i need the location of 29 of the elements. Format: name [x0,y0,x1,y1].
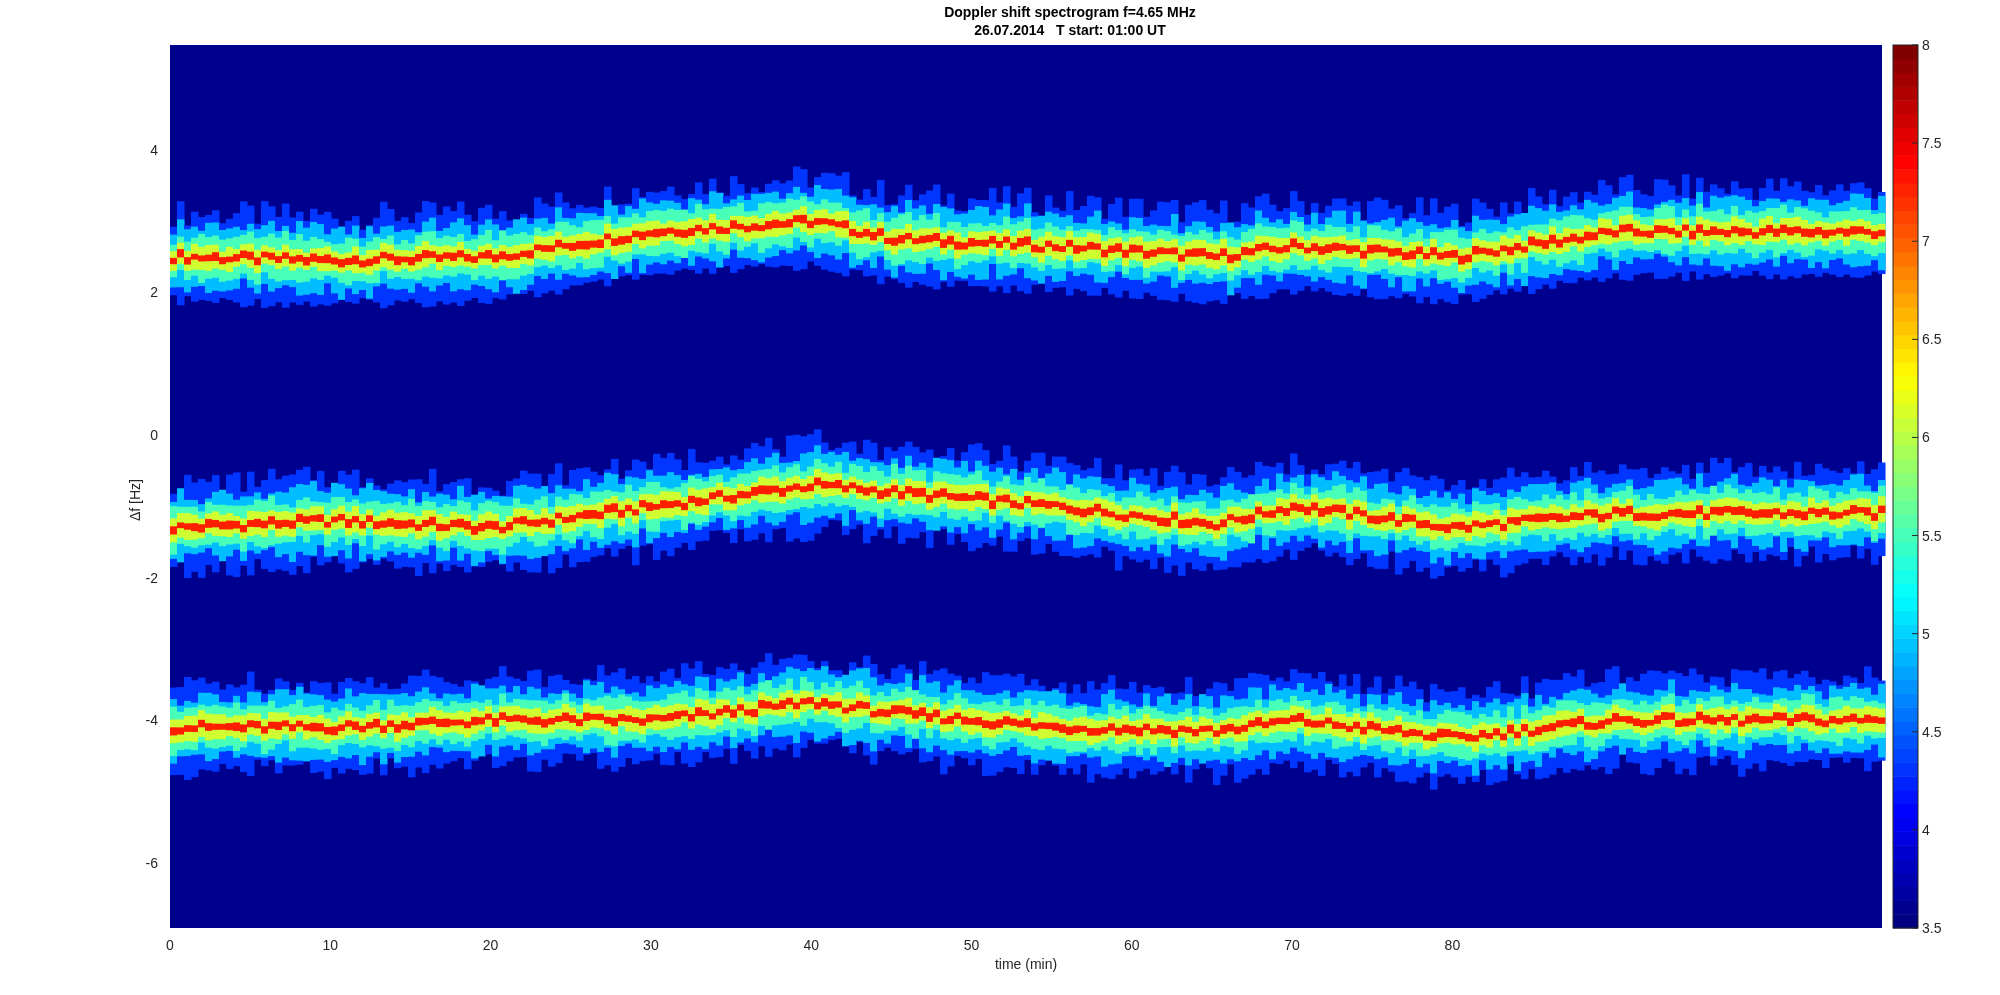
y-tick-label: -6 [145,854,158,871]
colorbar-tick-label: 7 [1922,233,1930,250]
x-tick-label: 0 [166,937,174,953]
x-tick-label: 70 [1284,937,1300,953]
x-tick-label: 10 [322,937,339,953]
y-tick-label: 4 [150,141,158,158]
y-tick-label: -4 [145,712,158,729]
colorbar-tick-label: 6 [1922,429,1930,446]
colorbar-tick-label: 3.5 [1922,920,1942,936]
colorbar-tick-label: 4 [1922,821,1930,838]
colorbar-tick-label: 6.5 [1922,331,1942,348]
x-tick-label: 40 [803,937,819,953]
colorbar-tick-label: 7.5 [1922,135,1942,152]
colorbar-tick-label: 5 [1922,625,1930,642]
colorbar-tick-label: 5.5 [1922,527,1942,544]
x-tick-label: 20 [482,937,499,953]
chart-subtitle: 26.07.2014 T start: 01:00 UT [974,21,1166,39]
x-tick-label: 60 [1124,937,1140,953]
y-axis-label: Δf [Hz] [127,479,143,521]
chart-title: Doppler shift spectrogram f=4.65 MHz [944,3,1196,21]
y-tick-label: 2 [150,284,158,301]
x-tick-label: 30 [643,937,659,953]
x-tick-label: 80 [1444,937,1461,953]
y-tick-label: -2 [145,569,158,586]
colorbar-tick-label: 4.5 [1922,723,1942,740]
x-axis-label: time (min) [994,956,1058,972]
colorbar-tick-label: 8 [1922,37,1930,53]
y-tick-label: 0 [150,427,158,443]
x-tick-label: 50 [963,937,980,953]
